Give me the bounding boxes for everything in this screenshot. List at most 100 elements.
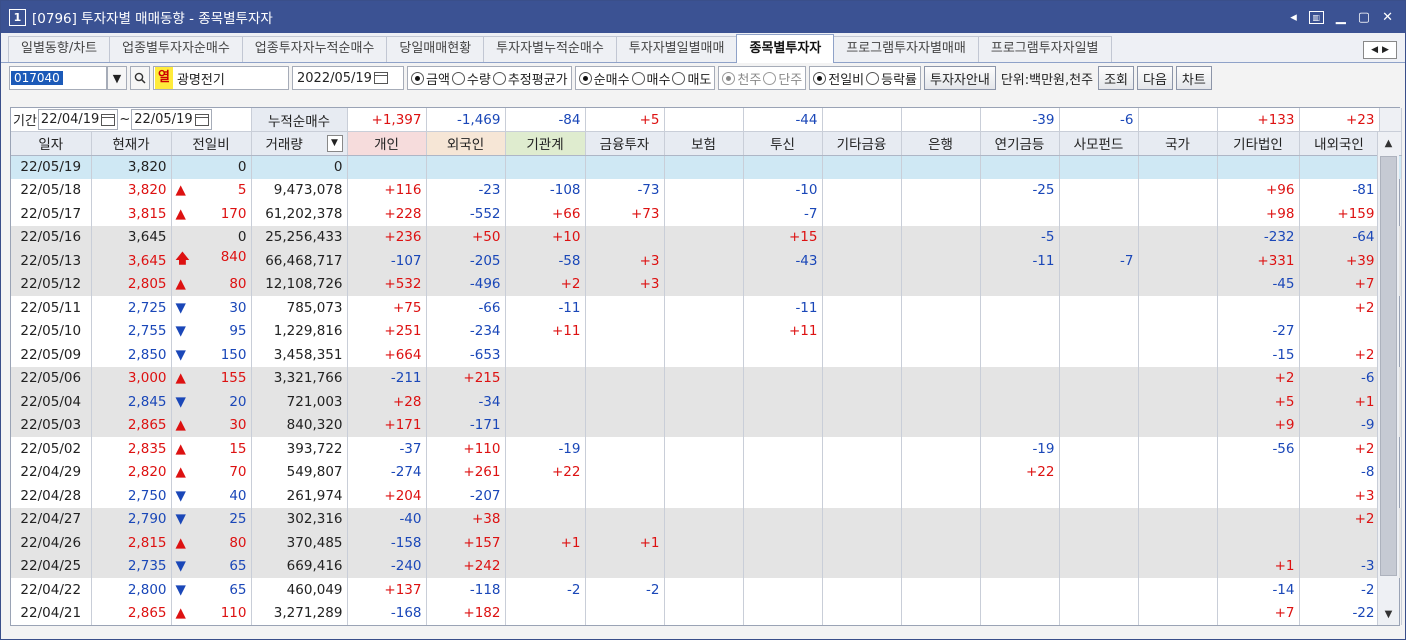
table-row[interactable]: 22/04/29 2,820 ▲ 70 549,807 -274 +261 +22 +22 -8	[11, 460, 1402, 484]
back-icon[interactable]: ◂	[1290, 10, 1297, 25]
search-icon[interactable]	[130, 66, 150, 90]
table-row[interactable]: 22/05/19 3,820 0 0	[11, 155, 1402, 179]
tab-7[interactable]: 프로그램투자자별매매	[833, 36, 979, 62]
price-cell: 2,750	[91, 484, 172, 508]
date-cell: 22/05/17	[11, 202, 92, 226]
column-header[interactable]: 내외국인	[1299, 131, 1380, 156]
column-header[interactable]: 현재가	[91, 131, 172, 156]
tab-scroll-buttons[interactable]: ◀ ▶	[1363, 41, 1397, 59]
minimize-icon[interactable]: ▁	[1336, 10, 1346, 25]
column-header[interactable]: 개인	[347, 131, 427, 156]
table-row[interactable]: 22/05/12 2,805 ▲ 80 12,108,726 +532 -496 +2 +3 -4…	[11, 272, 1402, 296]
investor-guide-button[interactable]: 투자자안내	[924, 66, 996, 90]
calendar-to-icon[interactable]	[194, 113, 209, 126]
tab-6[interactable]: 종목별투자자	[736, 34, 835, 63]
column-header[interactable]: 은행	[901, 131, 981, 156]
query-date[interactable]: 2022/05/19	[297, 71, 372, 86]
column-header[interactable]: 외국인	[426, 131, 506, 156]
investor-cell	[901, 178, 981, 202]
column-header[interactable]: 기관계	[505, 131, 586, 156]
column-header[interactable]: 금융투자	[585, 131, 665, 156]
close-icon[interactable]: ✕	[1382, 10, 1393, 25]
column-header[interactable]: 사모펀드	[1059, 131, 1139, 156]
investor-cell	[901, 460, 981, 484]
chart-button[interactable]: 차트	[1175, 66, 1212, 90]
radio-thousand-shares[interactable]: 천주	[722, 69, 761, 88]
scroll-up-icon[interactable]: ▲	[1378, 132, 1399, 154]
radio-amount[interactable]: 금액	[411, 69, 450, 88]
table-row[interactable]: 22/05/18 3,820 ▲ 5 9,473,078 +116 -23 -108 -73 -1…	[11, 178, 1402, 202]
query-button[interactable]: 조회	[1098, 66, 1134, 90]
tab-5[interactable]: 투자자별일별매매	[615, 36, 738, 62]
period-from-input[interactable]: 22/04/19	[37, 109, 119, 130]
table-row[interactable]: 22/04/25 2,735 ▼ 65 669,416 -240 +242 +1 -3	[11, 554, 1402, 578]
column-header[interactable]: 연기금등	[980, 131, 1060, 156]
column-header[interactable]: 거래량 ▼	[251, 131, 348, 156]
vertical-scrollbar[interactable]: ▲ ▼	[1377, 132, 1399, 625]
column-header[interactable]: 일자	[11, 131, 92, 156]
table-row[interactable]: 22/05/17 3,815 ▲ 170 61,202,378 +228 -552 +66 +7…	[11, 202, 1402, 226]
column-header[interactable]: 국가	[1138, 131, 1218, 156]
table-row[interactable]: 22/05/09 2,850 ▼ 150 3,458,351 +664 -653 -15 +2	[11, 343, 1402, 367]
column-header[interactable]: 전일비	[171, 131, 252, 156]
tab-4[interactable]: 투자자별누적순매수	[483, 36, 617, 62]
table-row[interactable]: 22/04/27 2,790 ▼ 25 302,316 -40 +38 +2	[11, 507, 1402, 531]
table-row[interactable]: 22/05/03 2,865 ▲ 30 840,320 +171 -171 +9 -9	[11, 413, 1402, 437]
date-field[interactable]: 2022/05/19	[292, 66, 404, 90]
period-to-input[interactable]: 22/05/19	[131, 109, 212, 130]
table-row[interactable]: 22/05/04 2,845 ▼ 20 721,003 +28 -34 +5 +1	[11, 390, 1402, 414]
stock-code-input[interactable]: 017040	[9, 66, 107, 90]
table-row[interactable]: 22/05/10 2,755 ▼ 95 1,229,816 +251 -234 +11 +11-…	[11, 319, 1402, 343]
table-row[interactable]: 22/05/16 3,645 0 25,256,433 +236 +50 +10 +15 -5 -…	[11, 225, 1402, 249]
price-cell: 2,865	[91, 601, 172, 625]
tab-scroll-right-icon[interactable]: ▶	[1382, 45, 1389, 55]
column-header[interactable]: 기타법인	[1217, 131, 1300, 156]
table-row[interactable]: 22/05/02 2,835 ▲ 15 393,722 -37 +110 -19 -19 -56 +…	[11, 437, 1402, 461]
tab-1[interactable]: 업종별투자자순매수	[109, 36, 243, 62]
investor-cell	[664, 366, 744, 390]
radio-change-rate[interactable]: 등락률	[866, 69, 917, 88]
calendar-icon[interactable]	[373, 72, 388, 84]
investor-cell	[980, 319, 1060, 343]
investor-cell	[743, 390, 823, 414]
scroll-down-icon[interactable]: ▼	[1378, 603, 1399, 625]
table-row[interactable]: 22/04/28 2,750 ▼ 40 261,974 +204 -207 +3	[11, 484, 1402, 508]
radio-single-shares[interactable]: 단주	[763, 69, 802, 88]
column-header[interactable]: 보험	[664, 131, 744, 156]
code-dropdown-icon[interactable]: ▼	[107, 66, 127, 90]
radio-quantity[interactable]: 수량	[451, 69, 491, 88]
tab-2[interactable]: 업종투자자누적순매수	[241, 36, 388, 62]
investor-cell: +157	[426, 531, 506, 555]
radio-net-buy[interactable]: 순매수	[578, 69, 630, 88]
tab-scroll-left-icon[interactable]: ◀	[1371, 45, 1378, 55]
table-row[interactable]: 22/05/06 3,000 ▲ 155 3,321,766 -211 +215 +2 -6	[11, 366, 1402, 390]
radio-sell[interactable]: 매도	[672, 69, 711, 88]
table-row[interactable]: 22/04/21 2,865 ▲ 110 3,271,289 -168 +182 +7 -22	[11, 601, 1402, 625]
volume-dropdown-icon[interactable]: ▼	[326, 135, 343, 153]
calendar-from-icon[interactable]	[101, 113, 116, 126]
radio-avg-price[interactable]: 추정평균가	[492, 69, 568, 88]
change-value: 65	[229, 558, 247, 575]
radio-buy[interactable]: 매수	[631, 69, 670, 88]
radio-prev-day[interactable]: 전일비	[813, 69, 864, 88]
table-row[interactable]: 22/05/13 3,645 🡅 840 66,468,717 -107 -205 -58 +3…	[11, 249, 1402, 273]
investor-cell: -274	[347, 460, 427, 484]
table-row[interactable]: 22/04/22 2,800 ▼ 65 460,049 +137 -118 -2 -2 -14 -2	[11, 578, 1402, 602]
stock-code[interactable]: 017040	[11, 71, 63, 85]
investor-cell	[664, 437, 744, 461]
column-header[interactable]: 투신	[743, 131, 823, 156]
next-button[interactable]: 다음	[1136, 66, 1173, 90]
tab-3[interactable]: 당일매매현황	[386, 36, 485, 62]
table-row[interactable]: 22/04/26 2,815 ▲ 80 370,485 -158 +157 +1 +1	[11, 531, 1402, 555]
scroll-thumb[interactable]	[1380, 156, 1397, 576]
layout-icon[interactable]: ▥	[1308, 10, 1324, 24]
column-header[interactable]: 기타금융	[822, 131, 902, 156]
summary-cell	[901, 108, 981, 132]
date-cell: 22/05/12	[11, 272, 92, 296]
maximize-icon[interactable]: ▢	[1358, 10, 1370, 25]
tab-0[interactable]: 일별동향/차트	[8, 36, 111, 62]
down-triangle-icon: ▼	[175, 581, 186, 598]
table-row[interactable]: 22/05/11 2,725 ▼ 30 785,073 +75 -66 -11 -11 +2	[11, 296, 1402, 320]
tab-8[interactable]: 프로그램투자자일별	[977, 36, 1112, 62]
change-value: 110	[220, 605, 247, 622]
